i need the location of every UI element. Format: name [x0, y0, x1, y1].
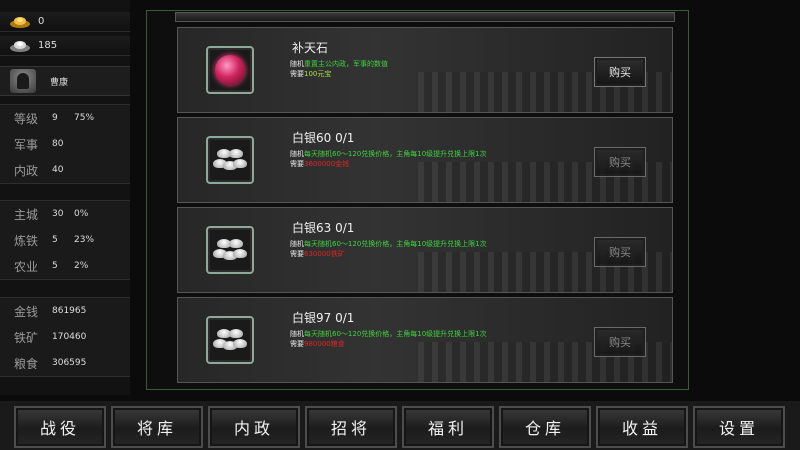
cost-value: 3600000金钱: [304, 160, 350, 168]
stats-group-resources: 金钱 861965 铁矿 170460 粮食 306595: [0, 297, 130, 377]
nav-domestic-button[interactable]: 内政: [208, 406, 300, 448]
stat-percent: 75%: [74, 113, 95, 123]
item-icon-frame: [206, 46, 254, 94]
stat-label: 铁矿: [14, 330, 39, 345]
stat-value: 861965: [52, 306, 87, 316]
shop-item-card: 白银60 0/1 随机每天随机60～120兑换价格，主角每10级提升兑换上限1次…: [177, 117, 673, 203]
silver-ingot-icon: [8, 38, 32, 54]
stat-label: 炼铁: [14, 233, 39, 248]
stat-row: 等级 9 75%: [0, 105, 130, 131]
item-icon-frame: [206, 226, 254, 274]
general-name: 曹康: [50, 77, 69, 88]
stat-label: 内政: [14, 163, 39, 178]
desc-prefix: 随机: [290, 60, 304, 68]
silver-ingots-icon: [213, 149, 247, 171]
stat-value: 9: [52, 113, 58, 123]
stat-label: 农业: [14, 259, 39, 274]
red-gem-icon: [215, 55, 245, 85]
stat-percent: 23%: [74, 235, 95, 245]
item-title: 补天石: [292, 41, 329, 55]
bottom-nav: 战役 将库 内政 招将 福利 仓库 收益 设置: [0, 401, 800, 450]
stat-value: 306595: [52, 358, 87, 368]
nav-battle-button[interactable]: 战役: [14, 406, 106, 448]
desc-text: 重置主公内政，军事的数值: [304, 60, 388, 68]
stat-value: 5: [52, 261, 58, 271]
cost-prefix: 需要: [290, 250, 304, 258]
scroll-top-strip: [175, 12, 675, 22]
item-title: 白银97 0/1: [292, 311, 355, 325]
cost-value: 100元宝: [304, 70, 332, 78]
silver-ingots-icon: [213, 329, 247, 351]
stat-row: 炼铁 5 23%: [0, 227, 130, 253]
stat-label: 军事: [14, 137, 39, 152]
stat-row: 军事 80: [0, 131, 130, 157]
stat-value: 170460: [52, 332, 87, 342]
buy-button[interactable]: 购买: [594, 327, 646, 357]
shop-item-card: 白银97 0/1 随机每天随机60～120兑换价格，主角每10级提升兑换上限1次…: [177, 297, 673, 383]
shop-item-card: 补天石 随机重置主公内政，军事的数值 需要100元宝 购买: [177, 27, 673, 113]
stat-percent: 0%: [74, 209, 89, 219]
item-title: 白银60 0/1: [292, 131, 355, 145]
item-description: 随机每天随机60～120兑换价格，主角每10级提升兑换上限1次 需要360000…: [290, 149, 487, 169]
stat-value: 30: [52, 209, 64, 219]
general-avatar-icon: [10, 69, 36, 93]
nav-settings-button[interactable]: 设置: [693, 406, 785, 448]
nav-welfare-button[interactable]: 福利: [402, 406, 494, 448]
item-description: 随机每天随机60～120兑换价格，主角每10级提升兑换上限1次 需要630000…: [290, 239, 487, 259]
silver-value: 185: [38, 40, 58, 51]
cost-prefix: 需要: [290, 70, 304, 78]
stat-label: 粮食: [14, 356, 39, 371]
gold-ingot-icon: [8, 14, 32, 30]
stat-row: 农业 5 2%: [0, 253, 130, 279]
item-description: 随机每天随机60～120兑换价格，主角每10级提升兑换上限1次 需要980000…: [290, 329, 487, 349]
stats-group-character: 等级 9 75% 军事 80 内政 40: [0, 104, 130, 184]
stat-row: 粮食 306595: [0, 350, 130, 376]
buy-button[interactable]: 购买: [594, 147, 646, 177]
cost-prefix: 需要: [290, 160, 304, 168]
nav-warehouse-button[interactable]: 仓库: [499, 406, 591, 448]
item-title: 白银63 0/1: [292, 221, 355, 235]
gold-value: 0: [38, 16, 45, 27]
stat-percent: 2%: [74, 261, 89, 271]
stat-label: 主城: [14, 207, 39, 222]
cost-prefix: 需要: [290, 340, 304, 348]
stat-value: 5: [52, 235, 58, 245]
left-status-panel: 0 185 曹康 等级 9 75% 军事 80 内政 40 主城 30 0% 炼…: [0, 0, 130, 395]
shop-item-card: 白银63 0/1 随机每天随机60～120兑换价格，主角每10级提升兑换上限1次…: [177, 207, 673, 293]
nav-generals-button[interactable]: 将库: [111, 406, 203, 448]
desc-prefix: 随机: [290, 240, 304, 248]
stat-value: 80: [52, 139, 64, 149]
stats-group-city: 主城 30 0% 炼铁 5 23% 农业 5 2%: [0, 200, 130, 280]
buy-button[interactable]: 购买: [594, 57, 646, 87]
nav-income-button[interactable]: 收益: [596, 406, 688, 448]
silver-resource-row: 185: [0, 36, 130, 56]
nav-recruit-button[interactable]: 招将: [305, 406, 397, 448]
general-row[interactable]: 曹康: [0, 66, 130, 96]
buy-button[interactable]: 购买: [594, 237, 646, 267]
stat-label: 等级: [14, 111, 39, 126]
desc-prefix: 随机: [290, 150, 304, 158]
desc-text: 每天随机60～120兑换价格，主角每10级提升兑换上限1次: [304, 150, 487, 158]
cost-value: 630000铁矿: [304, 250, 345, 258]
item-description: 随机重置主公内政，军事的数值 需要100元宝: [290, 59, 388, 79]
stat-row: 主城 30 0%: [0, 201, 130, 227]
stat-row: 内政 40: [0, 157, 130, 183]
desc-text: 每天随机60～120兑换价格，主角每10级提升兑换上限1次: [304, 240, 487, 248]
item-icon-frame: [206, 316, 254, 364]
silver-ingots-icon: [213, 239, 247, 261]
cost-value: 980000粮食: [304, 340, 345, 348]
stat-row: 金钱 861965: [0, 298, 130, 324]
stat-label: 金钱: [14, 304, 39, 319]
stat-row: 铁矿 170460: [0, 324, 130, 350]
desc-text: 每天随机60～120兑换价格，主角每10级提升兑换上限1次: [304, 330, 487, 338]
item-icon-frame: [206, 136, 254, 184]
desc-prefix: 随机: [290, 330, 304, 338]
stat-value: 40: [52, 165, 64, 175]
gold-resource-row: 0: [0, 12, 130, 32]
